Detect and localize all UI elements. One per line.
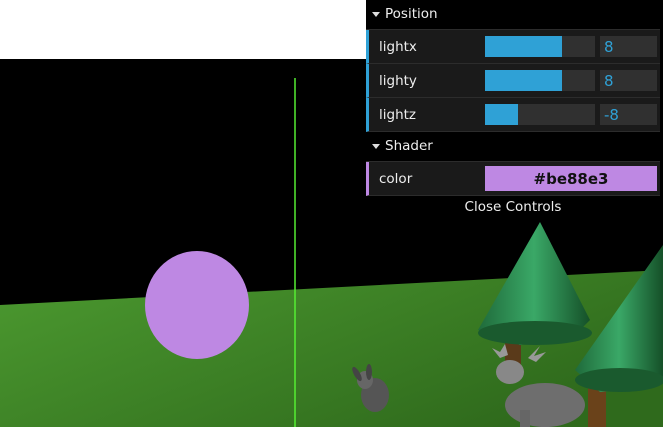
control-lightz: lightz -8 [366, 98, 660, 132]
control-color: color #be88e3 [366, 162, 660, 196]
control-lightx: lightx 8 [366, 30, 660, 64]
controls-panel: Position lightx 8 lighty 8 lightz -8 Sha… [366, 0, 660, 221]
triangle-down-icon [372, 12, 380, 17]
control-label: lightx [379, 38, 417, 55]
control-lighty: lighty 8 [366, 64, 660, 98]
close-controls-button[interactable]: Close Controls [366, 196, 660, 221]
folder-shader-title[interactable]: Shader [366, 132, 660, 162]
lighty-slider[interactable] [485, 70, 595, 91]
folder-shader-label: Shader [385, 138, 433, 154]
lighty-input[interactable]: 8 [600, 70, 657, 91]
lightz-slider[interactable] [485, 104, 595, 125]
control-label: color [379, 170, 413, 187]
folder-position-title[interactable]: Position [366, 0, 660, 30]
light-sphere [145, 251, 249, 359]
folder-position-label: Position [385, 6, 438, 22]
color-picker-swatch[interactable]: #be88e3 [485, 166, 657, 191]
triangle-down-icon [372, 144, 380, 149]
lightx-input[interactable]: 8 [600, 36, 657, 57]
control-label: lighty [379, 72, 417, 89]
lightx-slider[interactable] [485, 36, 595, 57]
control-label: lightz [379, 106, 417, 123]
lightz-input[interactable]: -8 [600, 104, 657, 125]
